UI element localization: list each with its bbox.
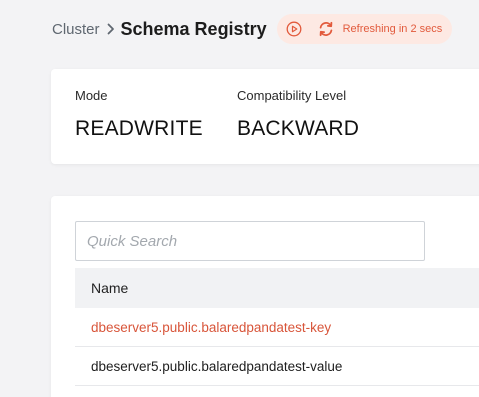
schema-registry-page: Cluster Schema Registry Refreshing in 2 … (0, 0, 479, 397)
refresh-status-text: Refreshing in 2 secs (342, 23, 443, 35)
table-row: dbeserver5.public.balaredpandatest-key (75, 308, 479, 347)
subjects-table: Name dbeserver5.public.balaredpandatest-… (75, 268, 479, 386)
registry-info-card: Mode READWRITE Compatibility Level BACKW… (51, 69, 479, 164)
compatibility-stat: Compatibility Level BACKWARD (237, 88, 359, 141)
subjects-card: Name dbeserver5.public.balaredpandatest-… (51, 196, 479, 397)
chevron-right-icon (107, 23, 115, 35)
mode-value: READWRITE (75, 117, 203, 140)
play-icon[interactable] (285, 20, 303, 38)
mode-label: Mode (75, 88, 108, 103)
compatibility-value: BACKWARD (237, 117, 360, 140)
compatibility-label: Compatibility Level (237, 88, 347, 103)
refresh-icon[interactable] (317, 20, 335, 38)
page-title: Schema Registry (120, 18, 267, 39)
auto-refresh-indicator: Refreshing in 2 secs (276, 14, 453, 44)
mode-stat: Mode READWRITE (75, 88, 203, 141)
breadcrumb-cluster-link[interactable]: Cluster (52, 21, 100, 38)
table-header-name[interactable]: Name (75, 268, 479, 308)
table-row: dbeserver5.public.balaredpandatest-value (75, 347, 479, 386)
subject-link[interactable]: dbeserver5.public.balaredpandatest-value (91, 359, 342, 374)
subject-link[interactable]: dbeserver5.public.balaredpandatest-key (91, 320, 331, 335)
quick-search-input[interactable] (75, 221, 425, 261)
page-header: Cluster Schema Registry Refreshing in 2 … (52, 14, 453, 44)
